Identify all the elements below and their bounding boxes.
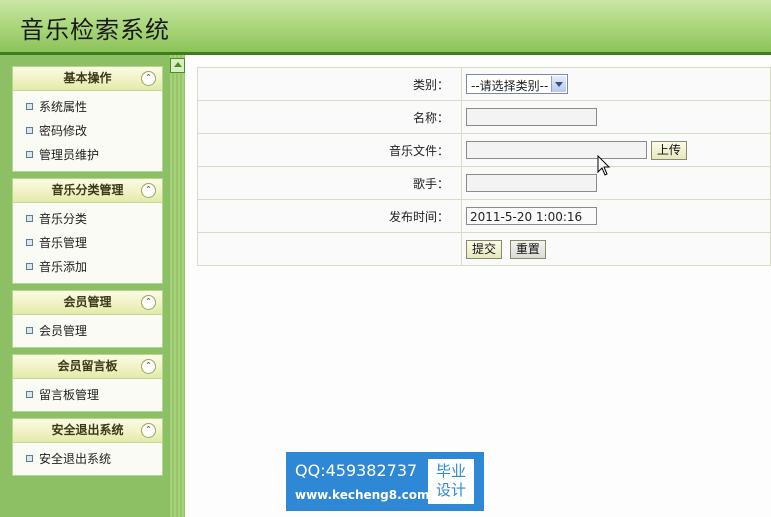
reset-button[interactable]: 重置 (509, 239, 546, 259)
music-file-input[interactable] (466, 141, 647, 159)
collapse-icon[interactable]: ⌃ (141, 359, 156, 374)
panel-title: 基本操作 (63, 71, 112, 85)
panel-logout: 安全退出系统 ⌃ 安全退出系统 (12, 418, 163, 476)
form-row-date: 发布时间： 2011-5-20 1:00:16 (197, 199, 771, 233)
watermark-banner: QQ:459382737 www.kecheng8.com 毕业 设计 (286, 452, 484, 511)
bullet-icon (26, 103, 33, 110)
dropdown-arrow-icon[interactable] (551, 76, 566, 92)
panel-title: 会员管理 (63, 295, 112, 309)
bullet-icon (26, 455, 33, 462)
panel-title: 会员留言板 (57, 359, 118, 373)
panel-title: 音乐分类管理 (51, 183, 124, 197)
sidebar-item-music-manage[interactable]: 音乐管理 (13, 231, 162, 255)
bullet-icon (26, 327, 33, 334)
form-row-file: 音乐文件： 上传 (197, 133, 771, 167)
form-row-actions: 提交 重置 (197, 232, 771, 266)
panel-member-manage: 会员管理 ⌃ 会员管理 (12, 290, 163, 348)
collapse-icon[interactable]: ⌃ (141, 71, 156, 86)
form-row-category: 类别： --请选择类别-- (197, 67, 771, 101)
triangle-up-icon (174, 62, 182, 67)
sidebar-item-member-manage[interactable]: 会员管理 (13, 319, 162, 343)
category-label: 类别： (197, 67, 462, 101)
collapse-icon[interactable]: ⌃ (141, 295, 156, 310)
sidebar-item-admin-maintenance[interactable]: 管理员维护 (13, 143, 162, 167)
publish-time-input[interactable]: 2011-5-20 1:00:16 (466, 207, 597, 225)
panel-music-category: 音乐分类管理 ⌃ 音乐分类 音乐管理 音乐添加 (12, 178, 163, 284)
bullet-icon (26, 127, 33, 134)
panel-basic-ops: 基本操作 ⌃ 系统属性 密码修改 管理员维护 (12, 66, 163, 172)
category-select[interactable]: --请选择类别-- (466, 74, 568, 94)
watermark-qq: QQ:459382737 (295, 461, 418, 480)
music-form: 类别： --请选择类别-- 名称： 音乐文件： 上传 歌手： 发布时间： 201… (197, 67, 771, 266)
panel-header-member-manage[interactable]: 会员管理 ⌃ (13, 291, 162, 315)
sidebar-item-change-password[interactable]: 密码修改 (13, 119, 162, 143)
app-header: 音乐检索系统 (0, 0, 771, 55)
sidebar-item-system-properties[interactable]: 系统属性 (13, 95, 162, 119)
bullet-icon (26, 215, 33, 222)
panel-guestbook: 会员留言板 ⌃ 留言板管理 (12, 354, 163, 412)
date-label: 发布时间： (197, 199, 462, 233)
form-row-singer: 歌手： (197, 166, 771, 200)
name-input[interactable] (466, 108, 597, 126)
mouse-cursor-icon (597, 155, 611, 176)
main-content: 类别： --请选择类别-- 名称： 音乐文件： 上传 歌手： 发布时间： 201… (185, 55, 771, 517)
panel-header-basic-ops[interactable]: 基本操作 ⌃ (13, 67, 162, 91)
bullet-icon (26, 151, 33, 158)
singer-input[interactable] (466, 174, 597, 192)
panel-header-logout[interactable]: 安全退出系统 ⌃ (13, 419, 162, 443)
bullet-icon (26, 239, 33, 246)
sidebar-item-logout[interactable]: 安全退出系统 (13, 447, 162, 471)
name-label: 名称： (197, 100, 462, 134)
sidebar-item-music-add[interactable]: 音乐添加 (13, 255, 162, 279)
singer-label: 歌手： (197, 166, 462, 200)
app-title: 音乐检索系统 (20, 16, 170, 44)
panel-header-music-category[interactable]: 音乐分类管理 ⌃ (13, 179, 162, 203)
file-label: 音乐文件： (197, 133, 462, 167)
frame-divider[interactable] (170, 55, 185, 517)
bullet-icon (26, 391, 33, 398)
sidebar-item-guestbook-manage[interactable]: 留言板管理 (13, 383, 162, 407)
watermark-badge: 毕业 设计 (428, 459, 474, 504)
watermark-url: www.kecheng8.com (295, 488, 430, 502)
form-row-name: 名称： (197, 100, 771, 134)
bullet-icon (26, 263, 33, 270)
toggle-sidebar-button[interactable] (170, 58, 185, 73)
collapse-icon[interactable]: ⌃ (141, 183, 156, 198)
panel-title: 安全退出系统 (51, 423, 124, 437)
submit-button[interactable]: 提交 (466, 239, 503, 259)
sidebar-item-music-category[interactable]: 音乐分类 (13, 207, 162, 231)
upload-button[interactable]: 上传 (650, 140, 687, 160)
collapse-icon[interactable]: ⌃ (141, 423, 156, 438)
category-select-value: --请选择类别-- (471, 79, 549, 93)
panel-header-guestbook[interactable]: 会员留言板 ⌃ (13, 355, 162, 379)
